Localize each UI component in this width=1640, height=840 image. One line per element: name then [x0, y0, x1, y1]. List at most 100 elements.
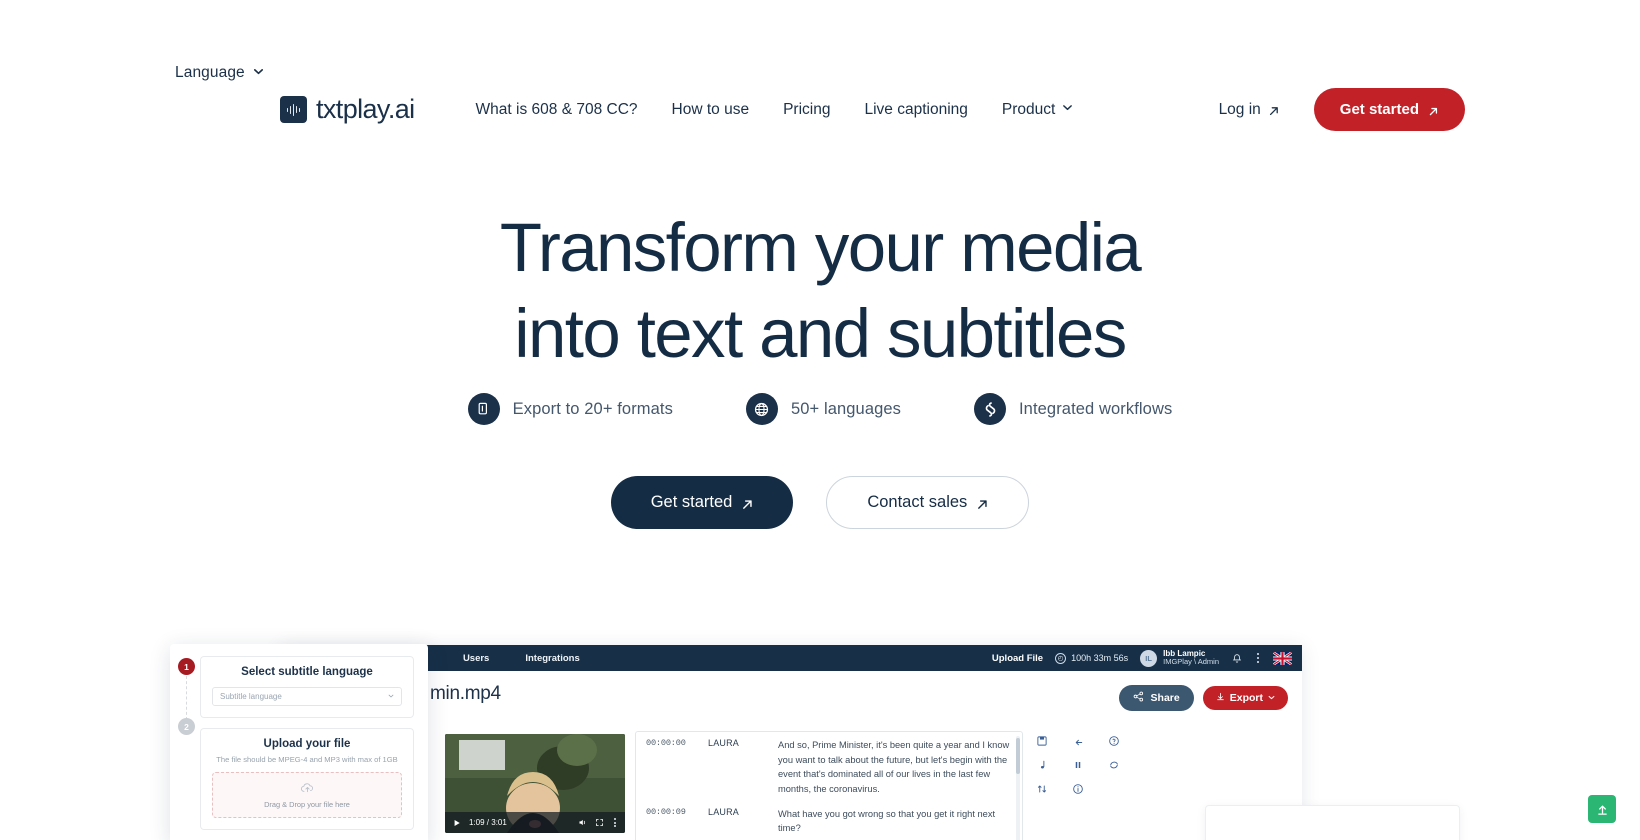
save-icon[interactable] [1032, 731, 1052, 751]
wizard-step-2: Upload your file The file should be MPEG… [200, 728, 414, 830]
get-started-button-nav[interactable]: Get started [1313, 88, 1465, 131]
nav-label: How to use [671, 100, 750, 118]
export-button[interactable]: Export [1202, 686, 1288, 710]
arrow-northeast-icon [976, 497, 988, 509]
download-icon [1216, 692, 1225, 704]
cta-row: Get started Contact sales [0, 476, 1640, 529]
wizard-step-1-badge: 1 [178, 658, 195, 675]
scroll-top-button[interactable] [1588, 795, 1616, 823]
transcript-timecode: 00:00:00 [646, 738, 686, 748]
fullscreen-icon[interactable] [595, 818, 604, 827]
nav-label: Live captioning [864, 100, 968, 118]
main-navigation: txtplay.ai What is 608 & 708 CC? How to … [0, 88, 1640, 131]
nav-item-what-is-cc[interactable]: What is 608 & 708 CC? [459, 101, 655, 119]
transcript-panel[interactable]: 00:00:00 LAURA And so, Prime Minister, i… [635, 731, 1023, 840]
chevron-down-icon [1268, 692, 1275, 704]
sort-icon[interactable] [1032, 779, 1052, 799]
video-kebab-menu-icon[interactable] [612, 817, 618, 828]
volume-icon[interactable] [578, 818, 587, 827]
wizard-step-2-badge: 2 [178, 718, 195, 735]
share-network-icon [1133, 691, 1144, 705]
clock-credit-icon: ◴ [1055, 652, 1067, 664]
share-label: Share [1150, 692, 1180, 704]
page-title: Transform your media into text and subti… [0, 212, 1640, 373]
nav-item-how-to-use[interactable]: How to use [655, 101, 767, 119]
share-button[interactable]: Share [1118, 685, 1194, 711]
contact-sales-button[interactable]: Contact sales [826, 476, 1030, 529]
upload-arrow-icon [1597, 805, 1607, 815]
bell-icon[interactable] [1231, 652, 1243, 664]
kebab-menu-icon[interactable] [1255, 653, 1261, 663]
arrow-northeast-icon [1427, 104, 1439, 116]
export-label: Export [1229, 692, 1263, 704]
get-started-label: Get started [1339, 101, 1419, 118]
upload-file-button[interactable]: Upload File [992, 653, 1043, 664]
feature-workflows: Integrated workflows [974, 393, 1172, 425]
get-started-button-hero[interactable]: Get started [610, 476, 794, 529]
chevron-down-icon [388, 692, 394, 701]
credits-indicator: ◴ 100h 33m 56s [1055, 652, 1129, 664]
feature-export-formats: Export to 20+ formats [467, 393, 673, 425]
pause-icon[interactable] [1068, 755, 1088, 775]
primary-cta-label: Get started [650, 493, 733, 511]
logo-mark-icon [280, 96, 307, 123]
subtitle-language-select[interactable]: Subtitle language [212, 687, 402, 706]
transcript-scrollbar[interactable] [1016, 736, 1020, 840]
uk-flag-icon[interactable] [1273, 651, 1292, 665]
feature-list: Export to 20+ formats 50+ languages Inte… [0, 393, 1640, 425]
video-player[interactable]: 1:09 / 3:01 [445, 734, 625, 833]
wizard-step-connector [186, 676, 187, 720]
undo-icon[interactable] [1068, 731, 1088, 751]
workflow-sync-icon [974, 393, 1006, 425]
brand-logo[interactable]: txtplay.ai [280, 94, 415, 125]
file-title: min.mp4 [430, 683, 501, 704]
video-time: 1:09 / 3:01 [469, 818, 507, 827]
arrow-northeast-icon [741, 497, 753, 509]
language-label: Language [175, 64, 245, 81]
transcript-timecode: 00:00:09 [646, 806, 686, 817]
user-info: Ibb Lampic IMGPlay \ Admin [1163, 649, 1219, 667]
transcript-speaker: LAURA [708, 806, 740, 817]
login-label: Log in [1218, 100, 1261, 118]
upload-wizard-card: 1 2 Select subtitle language Subtitle la… [170, 644, 428, 840]
chevron-down-icon [1062, 102, 1073, 113]
transcript-row[interactable]: 00:00:00 LAURA And so, Prime Minister, i… [636, 732, 1022, 801]
avatar: IL [1140, 649, 1158, 667]
feature-label: 50+ languages [790, 399, 901, 418]
cloud-upload-icon [300, 782, 315, 796]
info-icon[interactable] [1068, 779, 1088, 799]
app-nav-integrations[interactable]: Integrations [507, 653, 597, 664]
credits-value: 100h 33m 56s [1071, 653, 1129, 663]
nav-label: Pricing [783, 100, 831, 118]
wizard-body: 1 2 Select subtitle language Subtitle la… [170, 644, 428, 830]
secondary-cta-label: Contact sales [867, 493, 968, 511]
dropzone-label: Drag & Drop your file here [264, 799, 350, 809]
file-actions: Share Export [1118, 685, 1288, 711]
user-chip[interactable]: IL Ibb Lampic IMGPlay \ Admin [1140, 649, 1219, 667]
user-role: IMGPlay \ Admin [1163, 657, 1219, 667]
nav-item-product[interactable]: Product [985, 101, 1090, 119]
refresh-icon[interactable] [1104, 755, 1124, 775]
nav-item-pricing[interactable]: Pricing [766, 101, 847, 119]
app-header-actions: Upload File ◴ 100h 33m 56s IL Ibb Lampic… [992, 649, 1292, 667]
help-icon[interactable] [1104, 731, 1124, 751]
headline-line-2: into text and subtitles [514, 295, 1127, 373]
language-selector[interactable]: Language [175, 64, 264, 82]
app-header-bar: txtplay.ai Files Users Integrations Uplo… [280, 645, 1302, 671]
transcript-text: And so, Prime Minister, it's been quite … [778, 740, 1010, 795]
nav-label: Product [1001, 100, 1056, 118]
app-nav-users[interactable]: Users [445, 653, 507, 664]
login-link[interactable]: Log in [1219, 101, 1314, 119]
wizard-step-2-title: Upload your file [263, 738, 351, 750]
transcript-row[interactable]: 00:00:09 LAURA What have you got wrong s… [636, 801, 1022, 840]
play-icon[interactable] [452, 818, 461, 827]
landing-page: Language txtplay.ai What is 608 & 708 CC… [0, 0, 1640, 840]
feature-label: Integrated workflows [1019, 399, 1173, 418]
file-dropzone[interactable]: Drag & Drop your file here [212, 772, 402, 818]
music-note-icon[interactable] [1032, 755, 1052, 775]
headline-line-1: Transform your media [499, 209, 1142, 286]
nav-links: What is 608 & 708 CC? How to use Pricing… [459, 101, 1091, 119]
chevron-down-icon [253, 66, 264, 77]
nav-item-live-captioning[interactable]: Live captioning [847, 101, 984, 119]
nav-label: What is 608 & 708 CC? [475, 100, 638, 118]
